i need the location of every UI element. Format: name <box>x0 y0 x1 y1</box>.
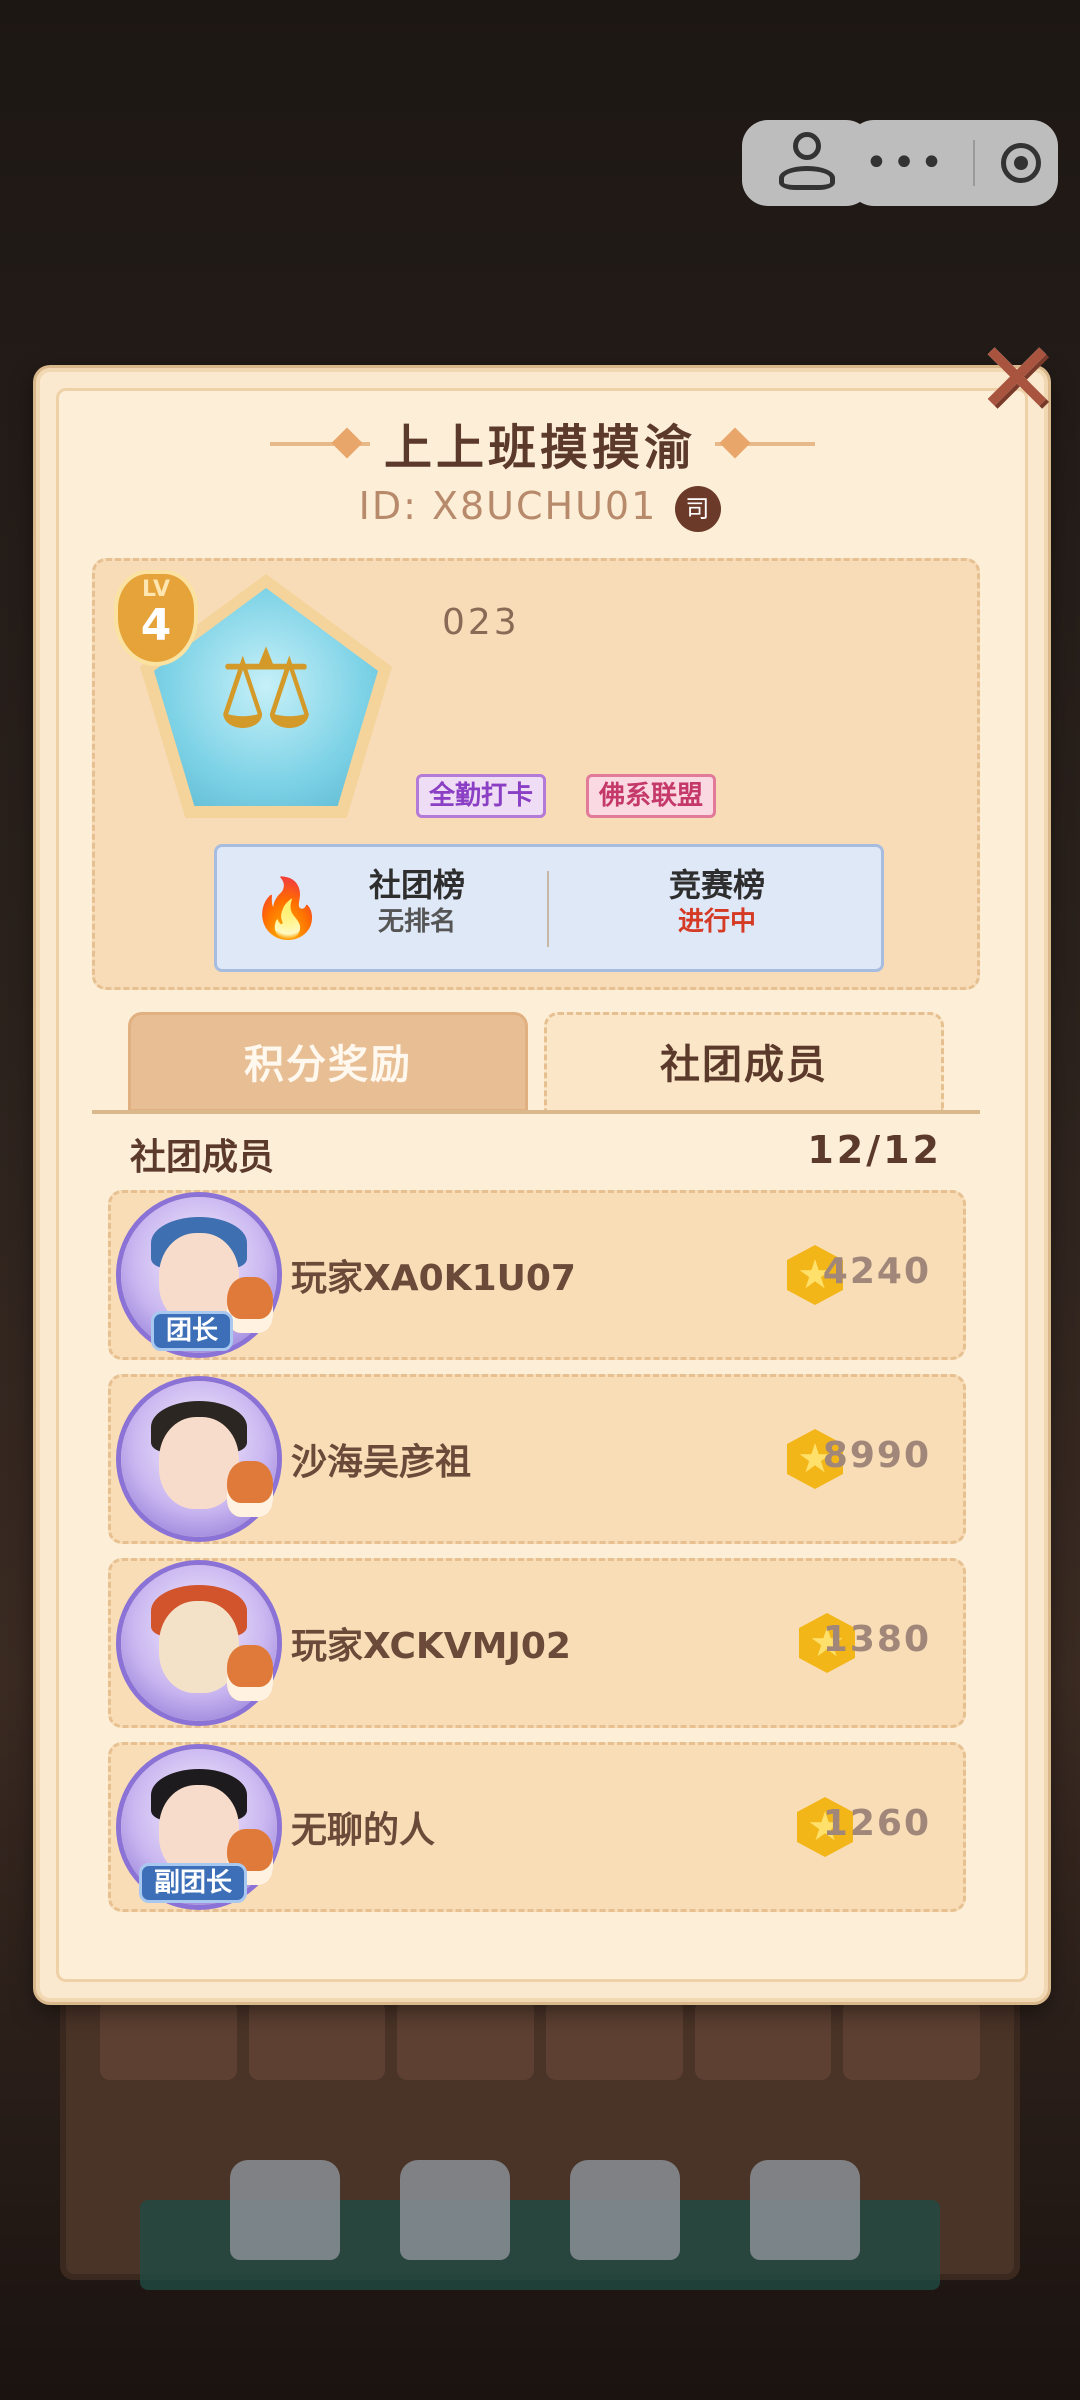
fox-icon <box>227 1277 273 1333</box>
shelf-slot <box>397 2000 535 2080</box>
club-tag: 全勤打卡 <box>416 774 547 818</box>
role-badge-vice-leader: 副团长 <box>139 1863 248 1903</box>
club-ranking[interactable]: 社团榜 无排名 <box>307 865 527 939</box>
more-button[interactable]: ••• <box>865 143 948 183</box>
tab-points-rewards[interactable]: 积分奖励 <box>128 1012 528 1112</box>
shelf-slot <box>100 2000 237 2080</box>
member-row[interactable]: 副团长 无聊的人 ★ 1260 <box>108 1742 966 1912</box>
ranking-divider <box>547 871 549 947</box>
member-name: 无聊的人 <box>291 1810 436 1851</box>
member-list-header: 社团成员 <box>130 1137 275 1178</box>
member-name: 玩家XA0K1U07 <box>291 1258 576 1299</box>
tab-club-members[interactable]: 社团成员 <box>544 1012 944 1112</box>
ranking-name: 社团榜 <box>368 866 465 904</box>
user-icon <box>779 132 835 194</box>
chest-icon <box>570 2160 680 2260</box>
competition-ranking[interactable]: 竞赛榜 进行中 <box>607 865 827 939</box>
club-name: 上上班摸摸渝 <box>383 420 696 476</box>
flame-icon: 🔥 <box>251 874 324 942</box>
member-score: 4240 <box>822 1251 931 1292</box>
member-name: 沙海吴彦祖 <box>291 1442 472 1483</box>
capsule-divider <box>973 140 976 186</box>
shelf-slot <box>546 2000 683 2080</box>
copy-id-button[interactable]: 司 <box>675 485 722 532</box>
role-badge-leader: 团长 <box>151 1311 234 1351</box>
ranking-name: 竞赛榜 <box>668 866 765 904</box>
level-prefix: LV <box>141 577 170 602</box>
rankings-box: 🔥 社团榜 无排名 竞赛榜 进行中 <box>214 844 884 972</box>
ranking-value: 进行中 <box>677 907 756 937</box>
club-tag: 佛系联盟 <box>586 774 717 818</box>
member-count: 12/12 <box>807 1128 942 1172</box>
chest-icon <box>400 2160 510 2260</box>
fox-icon <box>227 1461 273 1517</box>
member-name: 玩家XCKVMJ02 <box>291 1626 571 1667</box>
member-row[interactable]: 团长 玩家XA0K1U07 ★ 4240 <box>108 1190 966 1360</box>
shelf-slot <box>248 2000 386 2080</box>
chest-icon <box>750 2160 860 2260</box>
member-row[interactable]: 沙海吴彦祖 ★ 8990 <box>108 1374 966 1544</box>
club-id-text: ID: X8UCHU01 <box>358 484 658 528</box>
level-number: 4 <box>140 600 172 651</box>
level-badge: LV 4 <box>114 570 198 666</box>
shelf-slots <box>100 2000 981 2080</box>
shelf-slot <box>843 2000 981 2080</box>
tab-underline <box>92 1110 980 1114</box>
member-score: 8990 <box>822 1435 931 1476</box>
club-tally: 023 <box>442 602 520 643</box>
member-row[interactable]: 玩家XCKVMJ02 ★ 1380 <box>108 1558 966 1728</box>
shelf-slot <box>694 2000 832 2080</box>
fox-icon <box>227 1645 273 1701</box>
club-id: ID: X8UCHU01 司 <box>0 484 1080 532</box>
mini-program-capsule: ••• <box>848 120 1058 206</box>
ranking-value: 无排名 <box>377 907 456 937</box>
member-score: 1260 <box>822 1803 931 1844</box>
close-miniprogram-button[interactable] <box>1001 143 1042 183</box>
member-score: 1380 <box>822 1619 931 1660</box>
chest-icon <box>230 2160 340 2260</box>
